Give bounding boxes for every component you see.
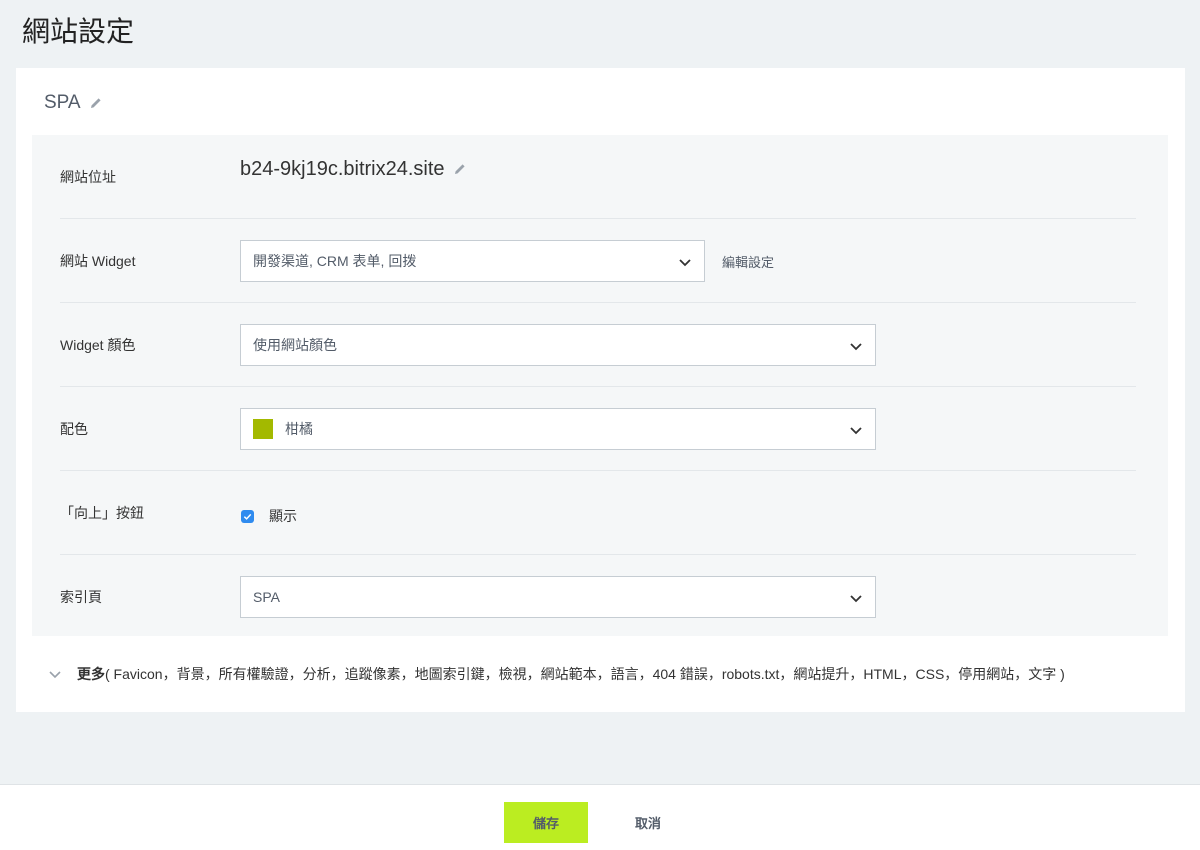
widget-color-label: Widget 顏色 (60, 337, 136, 353)
edit-settings-link[interactable]: 編輯設定 (722, 252, 774, 271)
chevron-down-icon (678, 255, 692, 269)
cancel-button[interactable]: 取消 (620, 802, 676, 843)
up-button-control: 顯示 (240, 506, 297, 526)
color-scheme-control: 柑橘 (240, 408, 876, 450)
site-name: SPA (44, 92, 81, 113)
color-scheme-label: 配色 (60, 421, 88, 437)
widget-color-control: 使用網站顏色 (240, 324, 876, 366)
more-settings-items: ( Favicon，背景，所有權驗證，分析，追蹤像素，地圖索引鍵，檢視，網站範本… (105, 666, 1065, 682)
chevron-down-icon (849, 339, 863, 353)
row-index-page: 索引頁 SPA (60, 555, 1136, 639)
site-address-label: 網站位址 (60, 169, 116, 185)
row-color-scheme: 配色 柑橘 (60, 387, 1136, 471)
chevron-down-icon (849, 423, 863, 437)
site-widget-label: 網站 Widget (60, 253, 136, 269)
color-scheme-select[interactable]: 柑橘 (240, 408, 876, 450)
index-page-select[interactable]: SPA (240, 576, 876, 618)
row-site-widget: 網站 Widget 開發渠道, CRM 表单, 回拨 編輯設定 (60, 219, 1136, 303)
widget-color-select[interactable]: 使用網站顏色 (240, 324, 876, 366)
more-settings-toggle[interactable]: 更多 ( Favicon，背景，所有權驗證，分析，追蹤像素，地圖索引鍵，檢視，網… (48, 664, 1065, 684)
site-name-row: SPA (44, 92, 103, 114)
edit-address-pencil-icon[interactable] (453, 162, 467, 176)
row-up-button: 「向上」按鈕 顯示 (60, 471, 1136, 555)
site-widget-control: 開發渠道, CRM 表单, 回拨 編輯設定 (240, 240, 774, 282)
chevron-down-icon (849, 591, 863, 605)
site-address-control: b24-9kj19c.bitrix24.site (240, 156, 467, 181)
up-button-label: 「向上」按鈕 (60, 505, 144, 521)
row-site-address: 網站位址 b24-9kj19c.bitrix24.site (60, 135, 1136, 219)
site-address-value: b24-9kj19c.bitrix24.site (240, 158, 445, 180)
chevron-down-icon (48, 667, 62, 681)
index-page-control: SPA (240, 576, 876, 618)
index-page-label: 索引頁 (60, 589, 102, 605)
show-up-button-checkbox[interactable] (241, 509, 254, 523)
index-page-select-value: SPA (253, 589, 280, 605)
color-swatch (253, 419, 273, 439)
site-widget-select-value: 開發渠道, CRM 表单, 回拨 (253, 253, 417, 269)
more-settings-label[interactable]: 更多 (77, 664, 105, 684)
settings-panel: 網站位址 b24-9kj19c.bitrix24.site 網站 Widget … (32, 135, 1168, 636)
show-up-button-label[interactable]: 顯示 (269, 506, 297, 526)
color-scheme-select-value: 柑橘 (285, 421, 313, 437)
site-widget-select[interactable]: 開發渠道, CRM 表单, 回拨 (240, 240, 705, 282)
save-button[interactable]: 儲存 (504, 802, 588, 843)
settings-card: SPA 網站位址 b24-9kj19c.bitrix24.site 網站 Wid… (16, 68, 1185, 712)
page-title: 網站設定 (22, 15, 135, 48)
widget-color-select-value: 使用網站顏色 (253, 337, 337, 353)
footer-bar: 儲存 取消 (0, 784, 1200, 850)
row-widget-color: Widget 顏色 使用網站顏色 (60, 303, 1136, 387)
edit-pencil-icon[interactable] (89, 96, 103, 110)
